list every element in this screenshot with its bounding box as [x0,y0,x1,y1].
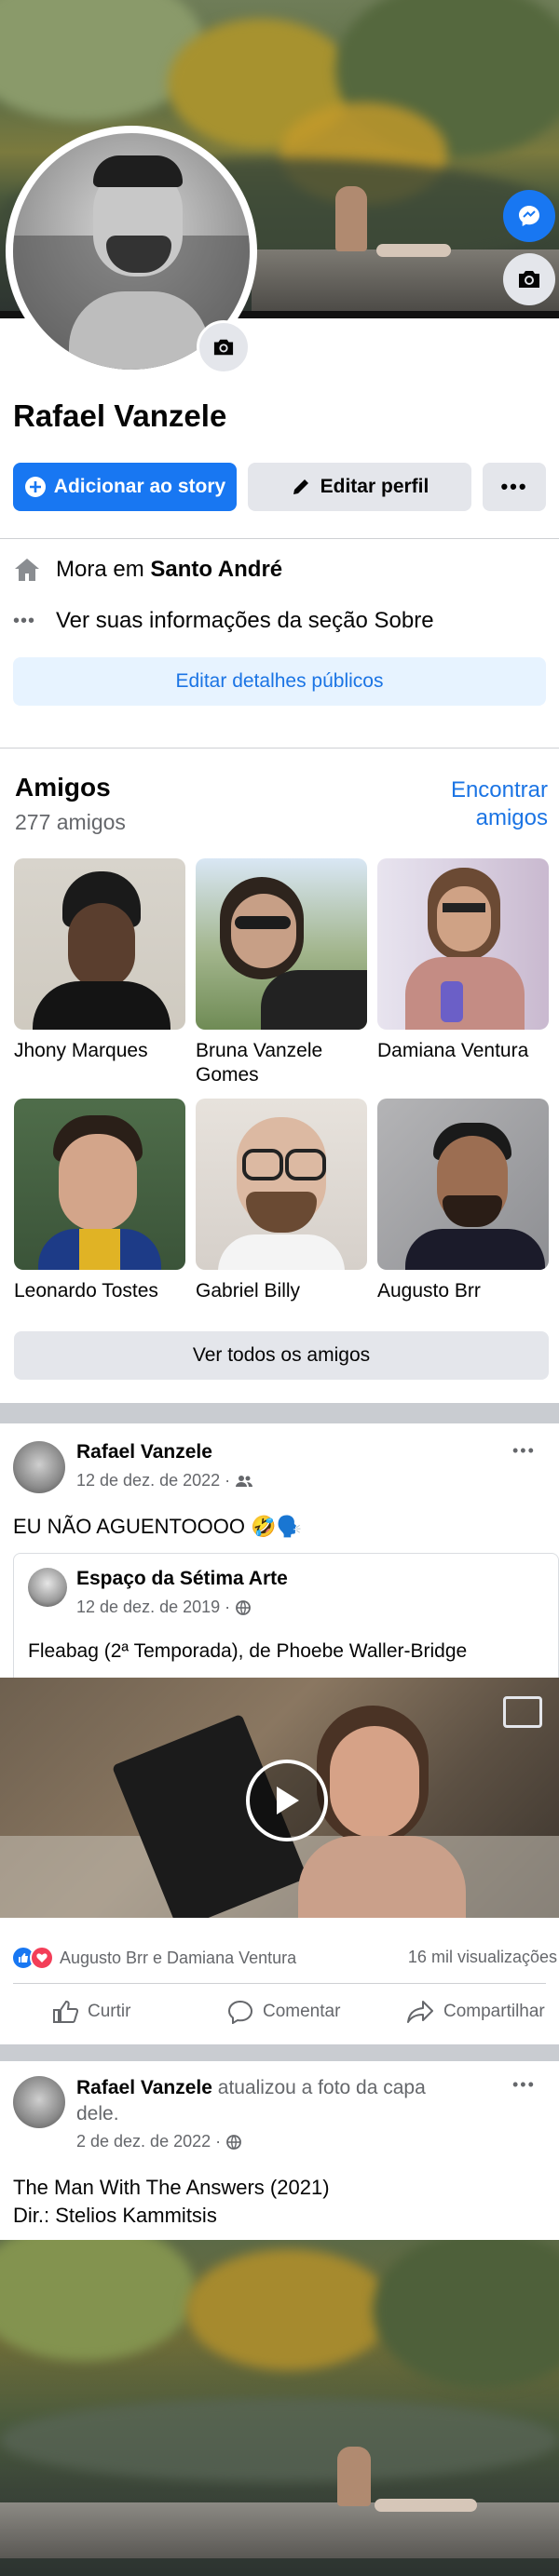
home-icon [15,559,39,581]
post-author-avatar[interactable] [13,2076,65,2128]
comment-button[interactable]: Comentar [227,2000,340,2024]
friend-photo [377,1099,549,1270]
friend-name: Augusto Brr [377,1280,481,1301]
see-all-friends-button[interactable]: Ver todos os amigos [14,1331,549,1380]
lying-figure [376,244,451,257]
friend-card[interactable]: Bruna Vanzele Gomes [196,858,367,1087]
post-meta: 2 de dez. de 2022 · [76,2132,242,2151]
cover-camera-button[interactable] [503,253,555,305]
friend-card[interactable]: Gabriel Billy [196,1099,367,1303]
friend-card[interactable]: Damiana Ventura [377,858,549,1063]
add-story-button[interactable]: Adicionar ao story [13,463,237,511]
edit-profile-button[interactable]: Editar perfil [248,463,471,511]
about-row[interactable]: ••• Ver suas informações da seção Sobre [13,608,434,634]
post-action-line2: dele. [76,2103,119,2124]
shared-author-avatar[interactable] [28,1568,67,1607]
messenger-icon [519,206,539,226]
dock [0,2502,559,2558]
sitting-figure [337,2447,371,2506]
post-options-icon[interactable]: ••• [512,2075,536,2095]
friend-card[interactable]: Jhony Marques [14,858,185,1063]
shared-date[interactable]: 12 de dez. de 2019 · [76,1598,230,1617]
hair [93,155,183,187]
friend-name: Jhony Marques [14,1040,148,1061]
cast-icon[interactable] [503,1696,542,1728]
shared-author-name[interactable]: Espaço da Sétima Arte [76,1568,288,1590]
views-count[interactable]: 16 mil visualizações [408,1948,557,1967]
friend-card[interactable]: Leonardo Tostes [14,1099,185,1303]
reactions-names: Augusto Brr e Damiana Ventura [60,1948,297,1967]
messenger-button[interactable] [503,190,555,242]
more-icon: ••• [500,475,528,498]
avatar-camera-button[interactable] [197,320,251,374]
friends-title: Amigos [15,773,111,802]
profile-name: Rafael Vanzele [13,398,227,433]
pencil-icon [293,479,308,494]
share-icon [407,2001,433,2023]
friend-card[interactable]: Augusto Brr [377,1099,549,1303]
camera-icon [213,339,234,356]
post-header-text: Rafael Vanzele atualizou a foto da capa … [76,2075,468,2127]
friend-photo [14,858,185,1030]
friend-name: Gabriel Billy [196,1280,301,1301]
shared-post-text: Fleabag (2ª Temporada), de Phoebe Waller… [28,1640,468,1662]
post-options-icon[interactable]: ••• [512,1441,536,1461]
post-image[interactable] [0,2240,559,2576]
reactions-summary[interactable]: Augusto Brr e Damiana Ventura [11,1946,296,1970]
post-action-line1: atualizou a foto da capa [217,2077,426,2098]
post-date[interactable]: 12 de dez. de 2022 · [76,1471,230,1490]
comment-label: Comentar [263,2002,341,2021]
sitting-figure [335,186,367,251]
like-button[interactable]: Curtir [52,2000,130,2024]
friend-photo [196,1099,367,1270]
lying-figure [375,2499,477,2512]
share-button[interactable]: Compartilhar [406,2000,545,2024]
post-date[interactable]: 2 de dez. de 2022 · [76,2132,221,2151]
about-link[interactable]: Ver suas informações da seção Sobre [56,608,434,634]
friends-audience-icon [236,1475,253,1487]
divider [0,538,559,539]
post-text: EU NÃO AGUENTOOOO 🤣🗣️ [13,1515,302,1538]
post-author-name[interactable]: Rafael Vanzele [76,2077,212,2098]
friend-name: Leonardo Tostes [14,1280,158,1301]
section-separator [0,2044,559,2061]
friend-photo [14,1099,185,1270]
post-author-avatar[interactable] [13,1441,65,1493]
camera-icon [519,271,539,288]
section-separator [0,1403,559,1423]
post-text: The Man With The Answers (2021) Dir.: St… [13,2176,330,2227]
friend-photo [196,858,367,1030]
play-icon [277,1787,299,1814]
lives-in-row: Mora em Santo André [13,557,282,583]
globe-icon [236,1599,252,1615]
ellipsis-icon: ••• [13,610,36,631]
lives-in-city[interactable]: Santo André [150,557,282,583]
divider [0,748,559,749]
globe-icon [226,2134,242,2150]
face [330,1726,419,1838]
post-meta: 12 de dez. de 2022 · [76,1471,253,1490]
love-reaction-icon [30,1946,54,1970]
edit-profile-label: Editar perfil [320,476,429,497]
friend-photo [377,858,549,1030]
like-icon [53,2000,78,2023]
add-story-label: Adicionar ao story [53,476,226,497]
edit-public-details-button[interactable]: Editar detalhes públicos [13,657,546,706]
divider [13,1983,546,1984]
friends-count: 277 amigos [15,810,126,834]
lives-in-prefix: Mora em [56,557,144,582]
shared-meta: 12 de dez. de 2019 · [76,1598,252,1617]
share-label: Compartilhar [443,2002,545,2021]
friend-name: Bruna Vanzele Gomes [196,1040,323,1086]
more-options-button[interactable]: ••• [483,463,546,511]
video-player[interactable] [0,1678,559,1918]
comment-icon [227,2000,253,2024]
plus-circle-icon [24,477,46,497]
friend-name: Damiana Ventura [377,1040,529,1061]
like-label: Curtir [88,2002,131,2021]
play-button[interactable] [246,1760,328,1841]
post-author-name[interactable]: Rafael Vanzele [76,1441,212,1463]
find-friends-link[interactable]: Encontrar amigos [451,776,548,832]
